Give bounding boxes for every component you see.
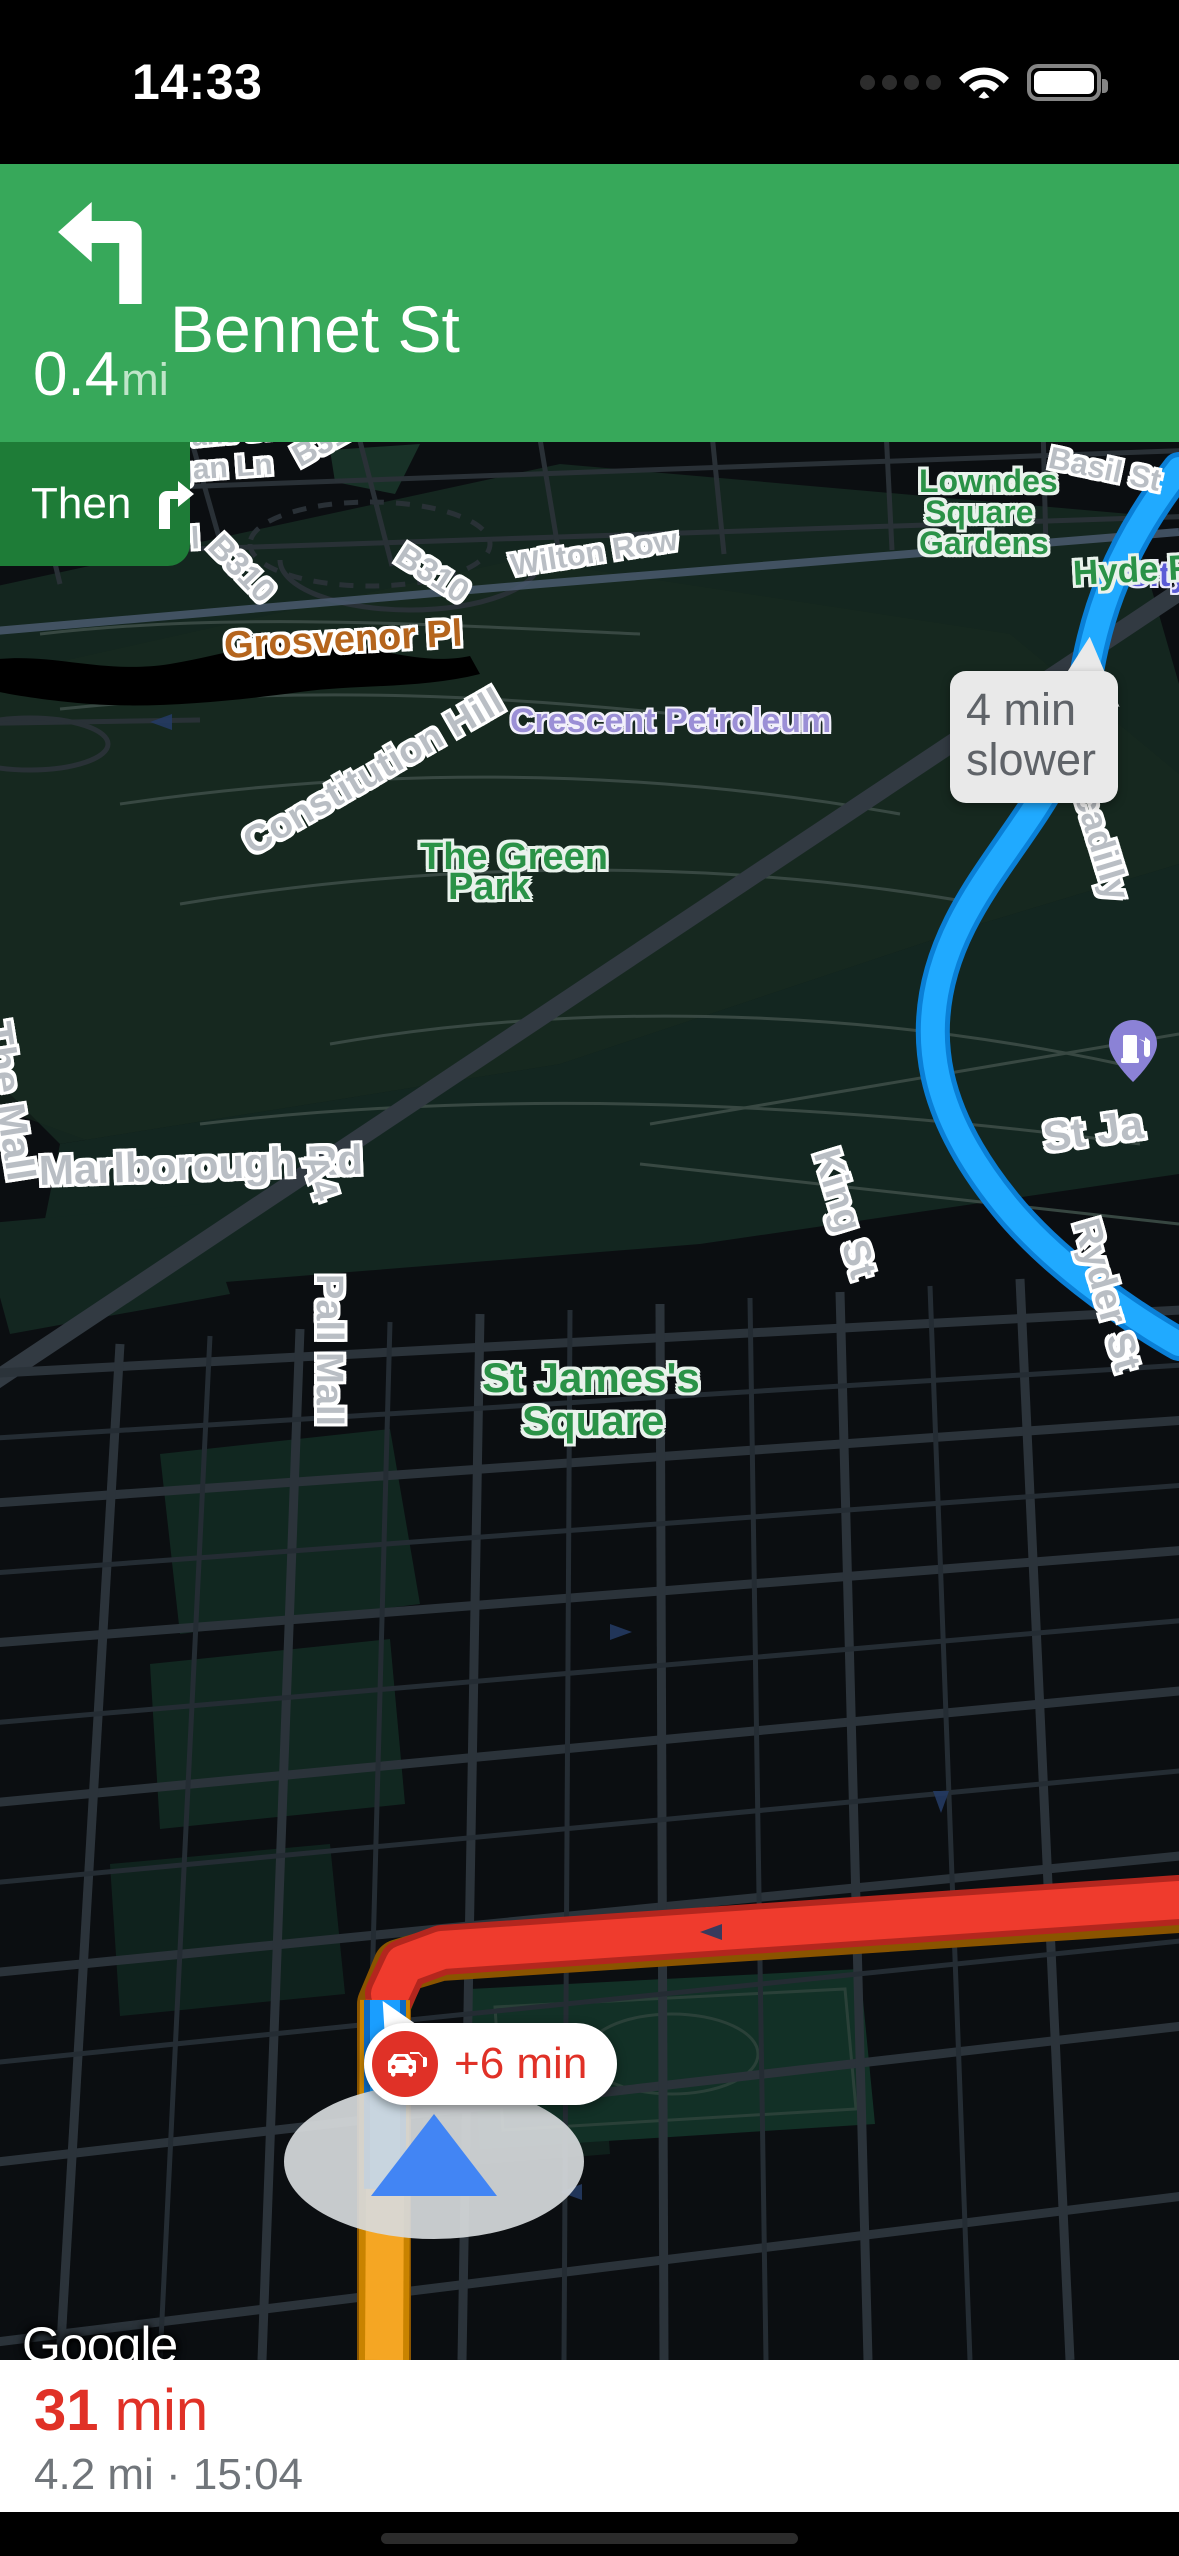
battery-full-icon bbox=[1027, 63, 1108, 101]
eta-duration-value: 31 bbox=[34, 2378, 99, 2443]
gas-station-pin-icon[interactable] bbox=[1108, 1019, 1158, 1083]
next-maneuver-banner[interactable]: Then bbox=[0, 442, 195, 566]
phone-screen: ane Stogan LnB319Belgrave PlB310B310Wilt… bbox=[0, 0, 1179, 2556]
wifi-icon bbox=[958, 61, 1010, 104]
current-position-marker bbox=[284, 2084, 584, 2239]
turn-left-icon bbox=[48, 200, 168, 305]
then-label: Then bbox=[31, 479, 132, 528]
turn-right-icon bbox=[148, 479, 195, 529]
cellular-dots-icon bbox=[860, 74, 941, 90]
callout-box[interactable]: 4 min slower bbox=[950, 671, 1118, 803]
eta-duration: 31 min bbox=[34, 2381, 208, 2441]
callout-text: 4 min slower bbox=[966, 685, 1102, 785]
status-bar: 14:33 bbox=[0, 0, 1179, 164]
maneuver-street-name: Bennet St bbox=[170, 292, 460, 366]
distance-value: 0.4 bbox=[33, 340, 120, 409]
google-attribution: Google bbox=[22, 2317, 178, 2360]
navigation-arrow-icon bbox=[371, 2114, 497, 2196]
status-bar-indicators bbox=[860, 58, 1108, 106]
distance-to-maneuver: 0.4 mi bbox=[33, 344, 169, 406]
distance-unit: mi bbox=[121, 354, 169, 405]
eta-summary-bar[interactable]: 31 min 4.2 mi · 15:04 bbox=[0, 2360, 1179, 2512]
traffic-delay-label: +6 min bbox=[454, 2039, 588, 2088]
home-indicator[interactable] bbox=[381, 2533, 798, 2544]
eta-details: 4.2 mi · 15:04 bbox=[34, 2450, 304, 2499]
traffic-badge-pill[interactable]: +6 min bbox=[364, 2023, 618, 2105]
callout-line-1: 4 min bbox=[966, 684, 1077, 735]
traffic-jam-icon bbox=[372, 2031, 438, 2097]
navigation-instruction-banner[interactable]: 0.4 mi Bennet St bbox=[0, 164, 1179, 442]
eta-duration-unit: min bbox=[98, 2378, 209, 2443]
status-bar-clock: 14:33 bbox=[132, 54, 263, 110]
callout-line-2: slower bbox=[966, 734, 1097, 785]
